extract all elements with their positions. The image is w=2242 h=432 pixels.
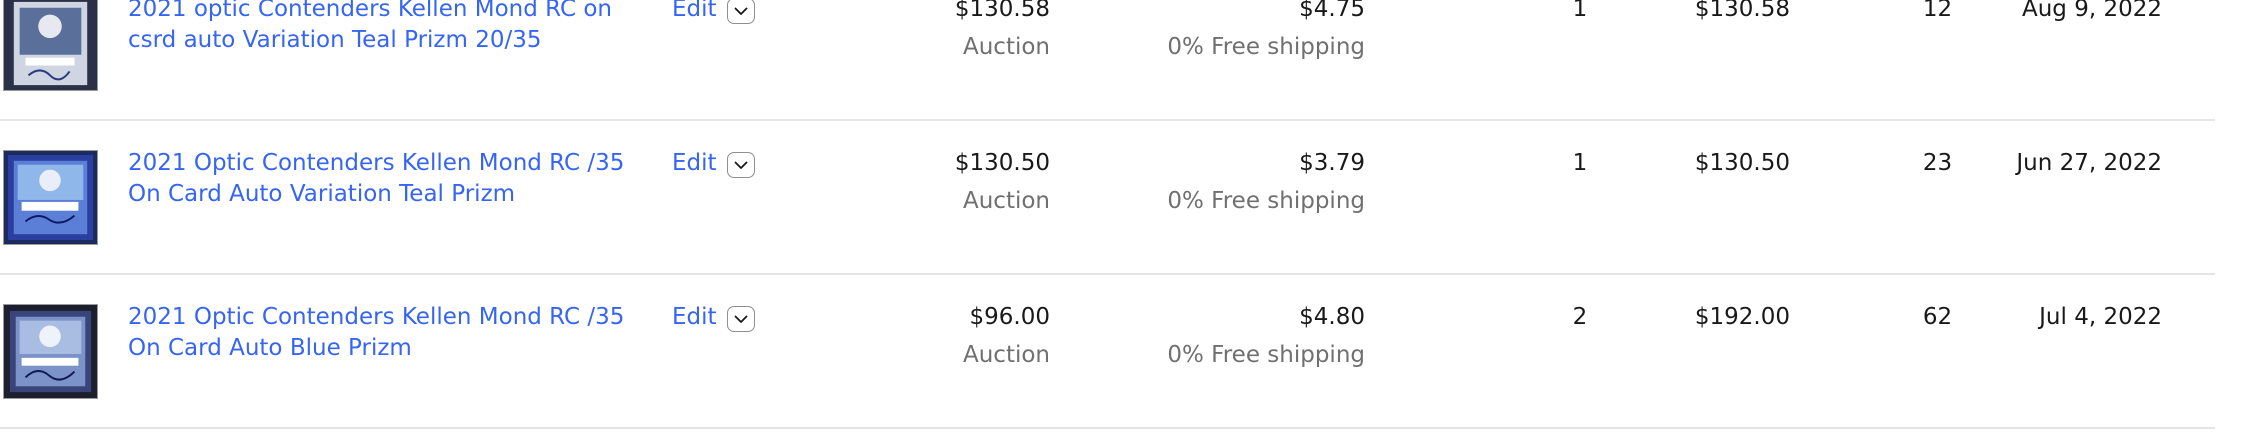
shipping-note: 0% Free shipping (1167, 342, 1365, 368)
sold-date: Jul 4, 2022 (2039, 304, 2162, 330)
shipping-note: 0% Free shipping (1167, 34, 1365, 60)
sold-listings-table: 2021 optic Contenders Kellen Mond RC on … (0, 0, 2242, 432)
watchers-count: 23 (1922, 150, 1953, 176)
sold-price: $130.58 (954, 0, 1050, 22)
total-sales: $130.50 (1694, 150, 1790, 176)
edit-link[interactable]: Edit (672, 148, 717, 179)
shipping-cost: $3.79 (1299, 150, 1365, 176)
card-thumbnail-image[interactable] (3, 150, 98, 245)
listing-title-link[interactable]: 2021 Optic Contenders Kellen Mond RC /35… (128, 148, 648, 210)
chevron-down-icon (734, 7, 748, 15)
trading-card-thumbnail-icon (4, 0, 97, 90)
quantity-sold: 1 (1572, 0, 1588, 22)
total-sales: $192.00 (1694, 304, 1790, 330)
total-sales: $130.58 (1694, 0, 1790, 22)
chevron-down-icon (734, 315, 748, 323)
listing-format: Auction (962, 342, 1050, 368)
watchers-count: 12 (1922, 0, 1953, 22)
shipping-note: 0% Free shipping (1167, 188, 1365, 214)
sold-date: Aug 9, 2022 (2021, 0, 2162, 22)
sold-price: $96.00 (969, 304, 1050, 330)
sold-price: $130.50 (954, 150, 1050, 176)
edit-options-dropdown[interactable] (727, 0, 755, 24)
shipping-cost: $4.80 (1299, 304, 1365, 330)
sold-date: Jun 27, 2022 (2016, 150, 2162, 176)
trading-card-thumbnail-icon (4, 305, 97, 398)
watchers-count: 62 (1922, 304, 1953, 330)
card-thumbnail-image[interactable] (3, 0, 98, 91)
edit-options-dropdown[interactable] (727, 306, 755, 332)
quantity-sold: 2 (1572, 304, 1588, 330)
shipping-cost: $4.75 (1299, 0, 1365, 22)
edit-options-dropdown[interactable] (727, 152, 755, 178)
listing-title-link[interactable]: 2021 Optic Contenders Kellen Mond RC /35… (128, 302, 648, 364)
listing-format: Auction (962, 34, 1050, 60)
edit-link[interactable]: Edit (672, 302, 717, 333)
listing-format: Auction (962, 188, 1050, 214)
trading-card-thumbnail-icon (4, 151, 97, 244)
row-divider (0, 427, 2215, 429)
edit-link[interactable]: Edit (672, 0, 717, 25)
table-row: 2021 optic Contenders Kellen Mond RC on … (0, 0, 2215, 120)
listing-title-link[interactable]: 2021 optic Contenders Kellen Mond RC on … (128, 0, 648, 56)
chevron-down-icon (734, 161, 748, 169)
quantity-sold: 1 (1572, 150, 1588, 176)
table-row: 2021 Optic Contenders Kellen Mond RC /35… (0, 120, 2215, 274)
card-thumbnail-image[interactable] (3, 304, 98, 399)
table-row: 2021 Optic Contenders Kellen Mond RC /35… (0, 274, 2215, 428)
